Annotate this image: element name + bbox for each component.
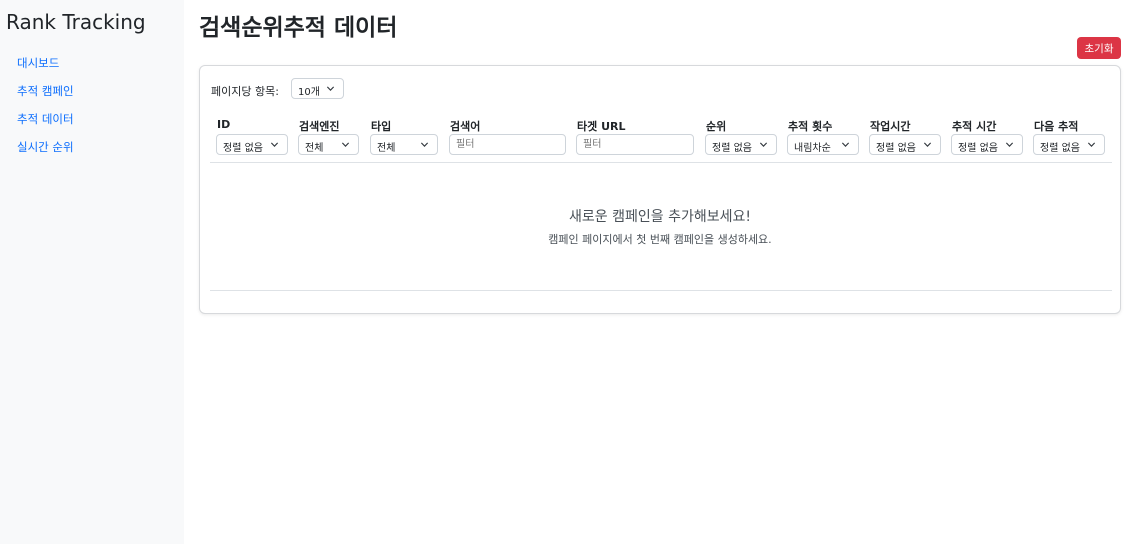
work-time-sort-select[interactable]: 정렬 없음 xyxy=(869,134,941,155)
id-sort-select[interactable]: 정렬 없음 xyxy=(216,134,288,155)
chevron-down-icon xyxy=(1087,142,1096,147)
sidebar-item-dashboard[interactable]: 대시보드 xyxy=(17,55,74,83)
per-page-select[interactable]: 10개 xyxy=(291,78,344,99)
sidebar-nav: 대시보드 추적 캠페인 추적 데이터 실시간 순위 xyxy=(17,55,74,167)
empty-state-title: 새로운 캠페인을 추가해보세요! xyxy=(569,209,751,225)
page-title: 검색순위추적 데이터 xyxy=(199,15,398,41)
per-page-label: 페이지당 항목: xyxy=(211,85,279,98)
chevron-down-icon xyxy=(341,142,350,147)
chevron-down-icon xyxy=(841,142,850,147)
column-header-track-time: 추적 시간 xyxy=(952,120,997,133)
next-track-sort-select[interactable]: 정렬 없음 xyxy=(1033,134,1105,155)
chevron-down-icon xyxy=(1005,142,1014,147)
chevron-down-icon xyxy=(923,142,932,147)
keyword-filter-input[interactable] xyxy=(449,134,566,155)
sidebar-item-tracking-data[interactable]: 추적 데이터 xyxy=(17,111,74,139)
track-time-sort-select[interactable]: 정렬 없음 xyxy=(951,134,1023,155)
table-header-divider xyxy=(210,162,1112,163)
table-footer-divider xyxy=(210,290,1112,291)
sidebar-item-realtime-rank[interactable]: 실시간 순위 xyxy=(17,139,74,167)
column-header-work-time: 작업시간 xyxy=(870,120,911,133)
column-header-keyword: 검색어 xyxy=(450,120,481,133)
empty-state-subtitle: 캠페인 페이지에서 첫 번째 캠페인을 생성하세요. xyxy=(548,233,772,246)
rank-sort-select[interactable]: 정렬 없음 xyxy=(705,134,777,155)
data-table-card: 페이지당 항목: 10개 ID 검색엔진 타입 검색어 타겟 URL 순위 추적… xyxy=(199,65,1121,314)
reset-button[interactable]: 초기화 xyxy=(1077,37,1121,59)
chevron-down-icon xyxy=(420,142,429,147)
brand-title: Rank Tracking xyxy=(6,10,146,34)
type-filter-select[interactable]: 전체 xyxy=(370,134,438,155)
column-header-track-count: 추적 횟수 xyxy=(788,120,833,133)
column-header-next-track: 다음 추적 xyxy=(1034,120,1079,133)
chevron-down-icon xyxy=(759,142,768,147)
search-engine-filter-select[interactable]: 전체 xyxy=(298,134,359,155)
track-count-sort-select[interactable]: 내림차순 xyxy=(787,134,859,155)
target-url-filter-input[interactable] xyxy=(576,134,694,155)
column-header-rank: 순위 xyxy=(706,120,727,133)
column-header-id: ID xyxy=(217,118,231,131)
sidebar-item-tracking-campaign[interactable]: 추적 캠페인 xyxy=(17,83,74,111)
column-header-type: 타입 xyxy=(371,120,392,133)
sidebar: Rank Tracking 대시보드 추적 캠페인 추적 데이터 실시간 순위 xyxy=(0,0,184,544)
column-header-target-url: 타겟 URL xyxy=(577,120,626,133)
chevron-down-icon xyxy=(270,142,279,147)
main-content: 검색순위추적 데이터 초기화 페이지당 항목: 10개 ID 검색엔진 타입 검… xyxy=(199,0,1121,544)
chevron-down-icon xyxy=(326,86,335,91)
column-header-search-engine: 검색엔진 xyxy=(299,120,340,133)
